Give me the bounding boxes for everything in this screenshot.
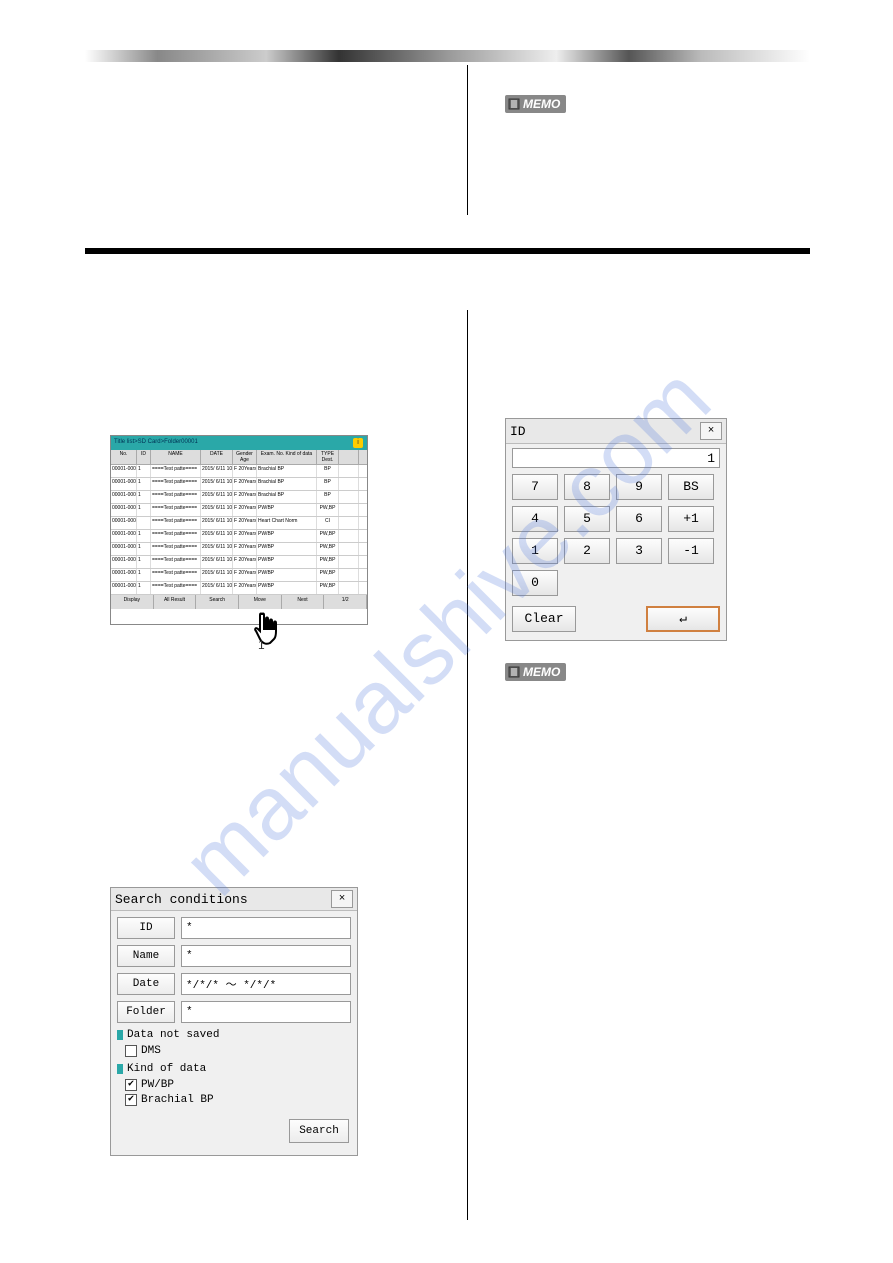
memo-icon bbox=[507, 665, 521, 679]
col-type[interactable]: TYPE Dest. bbox=[317, 450, 339, 464]
key-2[interactable]: 2 bbox=[564, 538, 610, 564]
key-enter[interactable]: ↵ bbox=[646, 606, 720, 632]
keypad-input[interactable] bbox=[512, 448, 720, 468]
top-gradient-bar bbox=[85, 50, 810, 62]
footer-move[interactable]: Move bbox=[239, 595, 282, 609]
info-icon[interactable]: i bbox=[353, 438, 363, 448]
name-input[interactable] bbox=[181, 945, 351, 967]
key-8[interactable]: 8 bbox=[564, 474, 610, 500]
memo-icon bbox=[507, 97, 521, 111]
date-button[interactable]: Date bbox=[117, 973, 175, 995]
search-dialog-titlebar: Search conditions × bbox=[111, 888, 357, 911]
key-4[interactable]: 4 bbox=[512, 506, 558, 532]
brachial-label: Brachial BP bbox=[141, 1094, 214, 1106]
vertical-divider-upper bbox=[467, 65, 468, 215]
col-age[interactable]: Gender Age bbox=[233, 450, 257, 464]
pwbp-checkbox-row[interactable]: ✔ PW/BP bbox=[125, 1079, 351, 1091]
title-list-screenshot: Title list>SD Card>Folder00001 i No. ID … bbox=[110, 435, 368, 625]
memo-badge-2: MEMO bbox=[505, 663, 566, 681]
keypad-titlebar: ID × bbox=[506, 419, 726, 444]
key-1[interactable]: 1 bbox=[512, 538, 558, 564]
memo-badge-1: MEMO bbox=[505, 95, 566, 113]
key-7[interactable]: 7 bbox=[512, 474, 558, 500]
keypad-close-button[interactable]: × bbox=[700, 422, 722, 440]
table-row[interactable]: 00001-000181====Test patte====2015/ 6/11… bbox=[111, 491, 367, 504]
table-row[interactable]: 00001-000151====Test patte====2015/ 6/11… bbox=[111, 530, 367, 543]
search-button[interactable]: Search bbox=[289, 1119, 349, 1143]
footer-next[interactable]: Next bbox=[282, 595, 325, 609]
table-row[interactable]: 00001-000141====Test patte====2015/ 6/11… bbox=[111, 543, 367, 556]
brachial-checkbox[interactable]: ✔ bbox=[125, 1094, 137, 1106]
table-row[interactable]: 00001-000121====Test patte====2015/ 6/11… bbox=[111, 569, 367, 582]
key-6[interactable]: 6 bbox=[616, 506, 662, 532]
memo-label: MEMO bbox=[523, 97, 560, 111]
name-button[interactable]: Name bbox=[117, 945, 175, 967]
search-dialog-title: Search conditions bbox=[115, 892, 248, 907]
vertical-divider-main bbox=[467, 310, 468, 1220]
brachial-checkbox-row[interactable]: ✔ Brachial BP bbox=[125, 1094, 351, 1106]
memo-label: MEMO bbox=[523, 665, 560, 679]
id-button[interactable]: ID bbox=[117, 917, 175, 939]
key-plus1[interactable]: +1 bbox=[668, 506, 714, 532]
col-no[interactable]: No. bbox=[111, 450, 137, 464]
title-list-path: Title list>SD Card>Folder00001 bbox=[114, 439, 198, 445]
footer-search[interactable]: Search bbox=[196, 595, 239, 609]
folder-button[interactable]: Folder bbox=[117, 1001, 175, 1023]
key-9[interactable]: 9 bbox=[616, 474, 662, 500]
table-row[interactable]: 00001-000111====Test patte====2015/ 6/11… bbox=[111, 582, 367, 595]
date-input[interactable] bbox=[181, 973, 351, 995]
keypad-title: ID bbox=[510, 424, 526, 439]
col-id[interactable]: ID bbox=[137, 450, 151, 464]
footer-display[interactable]: Display bbox=[111, 595, 154, 609]
table-row[interactable]: 00001-000131====Test patte====2015/ 6/11… bbox=[111, 556, 367, 569]
table-row[interactable]: 00001-000171====Test patte====2015/ 6/11… bbox=[111, 504, 367, 517]
pwbp-label: PW/BP bbox=[141, 1079, 174, 1091]
dms-checkbox-row[interactable]: DMS bbox=[125, 1045, 351, 1057]
folder-input[interactable] bbox=[181, 1001, 351, 1023]
section-kind-of-data: Kind of data bbox=[117, 1063, 351, 1075]
section-divider-bar bbox=[85, 248, 810, 254]
table-row[interactable]: 00001-000201====Test patte====2015/ 6/11… bbox=[111, 465, 367, 478]
key-3[interactable]: 3 bbox=[616, 538, 662, 564]
col-date[interactable]: DATE bbox=[201, 450, 233, 464]
key-minus1[interactable]: -1 bbox=[668, 538, 714, 564]
close-button[interactable]: × bbox=[331, 890, 353, 908]
search-conditions-dialog: Search conditions × ID Name Date Folder … bbox=[110, 887, 358, 1156]
dms-checkbox[interactable] bbox=[125, 1045, 137, 1057]
col-name[interactable]: NAME bbox=[151, 450, 201, 464]
key-clear[interactable]: Clear bbox=[512, 606, 576, 632]
title-list-header: Title list>SD Card>Folder00001 i bbox=[111, 436, 367, 450]
key-0[interactable]: 0 bbox=[512, 570, 558, 596]
key-backspace[interactable]: BS bbox=[668, 474, 714, 500]
table-row[interactable]: 00001-000191====Test patte====2015/ 6/11… bbox=[111, 478, 367, 491]
footer-allresult[interactable]: All Result bbox=[154, 595, 197, 609]
table-row[interactable]: 00001-00016====Test patte====2015/ 6/11 … bbox=[111, 517, 367, 530]
footer-page: 1/2 bbox=[324, 595, 367, 609]
col-exam[interactable]: Exam. No. Kind of data bbox=[257, 450, 317, 464]
id-input[interactable] bbox=[181, 917, 351, 939]
col-sel[interactable] bbox=[339, 450, 359, 464]
callout-number-1: 1 bbox=[258, 638, 265, 652]
id-keypad-dialog: ID × 7 8 9 BS 4 5 6 +1 1 2 3 -1 0 Clear … bbox=[505, 418, 727, 641]
pwbp-checkbox[interactable]: ✔ bbox=[125, 1079, 137, 1091]
dms-label: DMS bbox=[141, 1045, 161, 1057]
section-data-not-saved: Data not saved bbox=[117, 1029, 351, 1041]
title-list-body: 00001-000201====Test patte====2015/ 6/11… bbox=[111, 465, 367, 595]
title-list-columns: No. ID NAME DATE Gender Age Exam. No. Ki… bbox=[111, 450, 367, 465]
title-list-footer: Display All Result Search Move Next 1/2 bbox=[111, 595, 367, 609]
key-5[interactable]: 5 bbox=[564, 506, 610, 532]
